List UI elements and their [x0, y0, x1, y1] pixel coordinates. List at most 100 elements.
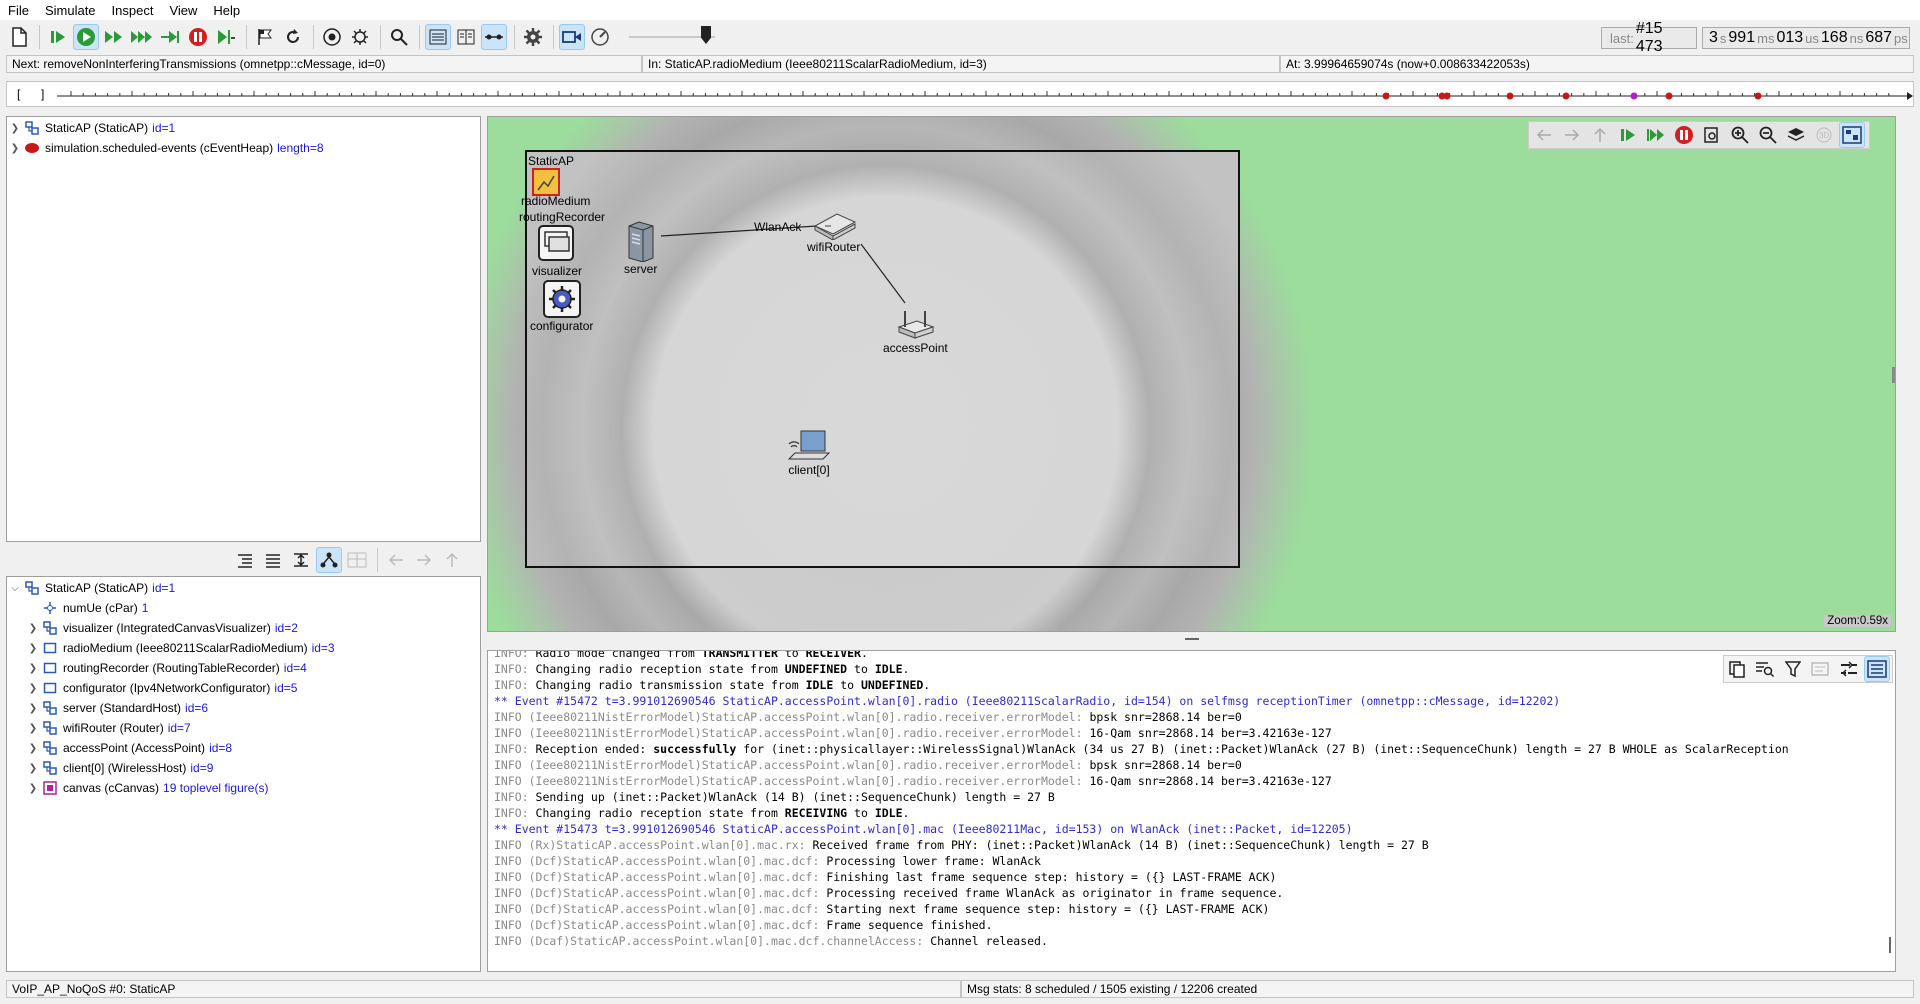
wifi-router-icon: [813, 213, 856, 240]
chevron-right-icon[interactable]: ❯: [25, 743, 41, 754]
menu-file[interactable]: File: [0, 3, 37, 18]
tree-row-module[interactable]: ❯ server (StandardHost) id=6: [7, 698, 480, 718]
chevron-right-icon[interactable]: ❯: [7, 123, 23, 134]
tree-row-scheduled-events[interactable]: ❯ simulation.scheduled-events (cEventHea…: [7, 138, 480, 158]
timeline-event-marker[interactable]: [1665, 92, 1673, 100]
at-time-info: At: 3.99964659074s (now+0.008633422053s): [1280, 55, 1914, 73]
panel-splitter-handle[interactable]: [1185, 638, 1199, 640]
run-icon[interactable]: [73, 24, 99, 50]
run-local-icon[interactable]: [213, 24, 239, 50]
tree-row-module[interactable]: ❯ wifiRouter (Router) id=7: [7, 718, 480, 738]
message-mode-icon[interactable]: [1836, 656, 1862, 682]
log-line: INFO (Dcf)StaticAP.accessPoint.wlan[0].m…: [488, 854, 1895, 870]
tree-row-module[interactable]: ❯ visualizer (IntegratedCanvasVisualizer)…: [7, 618, 480, 638]
group-by-icon[interactable]: [232, 547, 258, 573]
log-event-line: ** Event #15473 t=3.991012690546 StaticA…: [488, 822, 1895, 838]
log-mode-icon[interactable]: [1864, 656, 1890, 682]
access-point-node[interactable]: accessPoint: [883, 307, 948, 355]
chevron-right-icon[interactable]: ❯: [7, 143, 23, 154]
chevron-right-icon[interactable]: ❯: [25, 663, 41, 674]
animation-speed-icon[interactable]: [587, 24, 613, 50]
stop-icon[interactable]: [1671, 122, 1697, 148]
flat-list-icon[interactable]: [260, 547, 286, 573]
record-icon[interactable]: [319, 24, 345, 50]
server-node[interactable]: server: [624, 220, 657, 276]
chevron-right-icon[interactable]: ❯: [25, 763, 41, 774]
log-scrollbar[interactable]: [1889, 937, 1891, 953]
timeline-event-marker[interactable]: [1506, 92, 1514, 100]
tree-row-root[interactable]: ⌵ StaticAP (StaticAP) id=1: [7, 578, 480, 598]
log-message: 16-Qam snr=2868.14 ber=3.42163e-127: [1089, 726, 1332, 740]
stop-icon[interactable]: [185, 24, 211, 50]
chevron-down-icon[interactable]: ⌵: [7, 583, 23, 594]
children-mode-icon[interactable]: [316, 547, 342, 573]
tree-item-label: accessPoint (AccessPoint): [63, 741, 206, 755]
messages-disabled-icon: [1808, 656, 1834, 682]
tree-row-module[interactable]: ❯ routingRecorder (RoutingTableRecorder) i…: [7, 658, 480, 678]
zoom-in-icon[interactable]: [1727, 122, 1753, 148]
layout-horizontal-icon[interactable]: [425, 24, 451, 50]
network-canvas[interactable]: StaticAP WlanAck radioMedium routingReco…: [487, 116, 1896, 632]
visualizer-node[interactable]: visualizer: [532, 224, 582, 278]
step-icon[interactable]: [45, 24, 71, 50]
menu-view[interactable]: View: [161, 3, 205, 18]
find-icon[interactable]: [386, 24, 412, 50]
express-run-icon[interactable]: [129, 24, 155, 50]
video-icon[interactable]: [559, 24, 585, 50]
tree-row-module[interactable]: ❯ client[0] (WirelessHost) id=9: [7, 758, 480, 778]
event-timeline[interactable]: [ ]: [6, 81, 1914, 107]
message-label: WlanAck: [754, 220, 802, 234]
step-into-icon[interactable]: [1615, 122, 1641, 148]
menu-simulate[interactable]: Simulate: [37, 3, 104, 18]
timeline-event-marker[interactable]: [1443, 92, 1451, 100]
chevron-right-icon[interactable]: ❯: [25, 623, 41, 634]
timeline-event-marker[interactable]: [1382, 92, 1390, 100]
fast-forward-icon[interactable]: [1643, 122, 1669, 148]
client-node[interactable]: client[0]: [787, 429, 831, 477]
fast-run-icon[interactable]: [101, 24, 127, 50]
timeline-event-marker[interactable]: [1562, 92, 1570, 100]
tree-item-id: id=2: [274, 621, 298, 635]
tree-row-module[interactable]: ❯ canvas (cCanvas) 19 toplevel figure(s): [7, 778, 480, 798]
tree-row-module[interactable]: numUe (cPar) 1: [7, 598, 480, 618]
chevron-right-icon[interactable]: ❯: [25, 683, 41, 694]
tree-row-module[interactable]: ❯ accessPoint (AccessPoint) id=8: [7, 738, 480, 758]
log-line: INFO (Dcf)StaticAP.accessPoint.wlan[0].m…: [488, 918, 1895, 934]
rebuild-icon[interactable]: [280, 24, 306, 50]
layout-vertical-icon[interactable]: [453, 24, 479, 50]
wifi-router-node[interactable]: wifiRouter: [807, 210, 860, 254]
tree-item-label: canvas (cCanvas): [63, 781, 160, 795]
configurator-node[interactable]: configurator: [530, 279, 593, 333]
find-in-canvas-icon[interactable]: [1699, 122, 1725, 148]
module-view-icon[interactable]: [1839, 122, 1865, 148]
animation-speed-slider[interactable]: [629, 24, 715, 50]
canvas-scrollbar[interactable]: [1892, 367, 1895, 383]
debug-icon[interactable]: [347, 24, 373, 50]
copy-icon[interactable]: [1724, 656, 1750, 682]
zoom-out-icon[interactable]: [1755, 122, 1781, 148]
timeline-event-marker[interactable]: [1630, 92, 1638, 100]
timeline-event-marker[interactable]: [1754, 92, 1762, 100]
tree-row-module[interactable]: ❯ radioMedium (Ieee80211ScalarRadioMedium…: [7, 638, 480, 658]
menu-inspect[interactable]: Inspect: [104, 3, 162, 18]
chevron-right-icon[interactable]: ❯: [25, 643, 41, 654]
chevron-right-icon[interactable]: ❯: [25, 723, 41, 734]
tree-item-label: radioMedium (Ieee80211ScalarRadioMedium): [63, 641, 308, 655]
layers-icon[interactable]: [1783, 122, 1809, 148]
menu-help[interactable]: Help: [205, 3, 248, 18]
bookmark-icon[interactable]: [252, 24, 278, 50]
new-icon[interactable]: [6, 24, 32, 50]
slider-knob[interactable]: [701, 26, 711, 44]
settings-icon[interactable]: [520, 24, 546, 50]
laptop-icon: [787, 430, 831, 460]
run-until-icon[interactable]: [157, 24, 183, 50]
find-text-icon[interactable]: [1752, 656, 1778, 682]
timeline-icon[interactable]: [481, 24, 507, 50]
inheritance-icon[interactable]: [288, 547, 314, 573]
filter-icon[interactable]: [1780, 656, 1806, 682]
chevron-right-icon[interactable]: ❯: [25, 783, 41, 794]
tree-row-staticap[interactable]: ❯ StaticAP (StaticAP) id=1: [7, 118, 480, 138]
chevron-right-icon[interactable]: ❯: [25, 703, 41, 714]
unit-us: us: [1805, 30, 1819, 46]
tree-row-module[interactable]: ❯ configurator (Ipv4NetworkConfigurator) i…: [7, 678, 480, 698]
